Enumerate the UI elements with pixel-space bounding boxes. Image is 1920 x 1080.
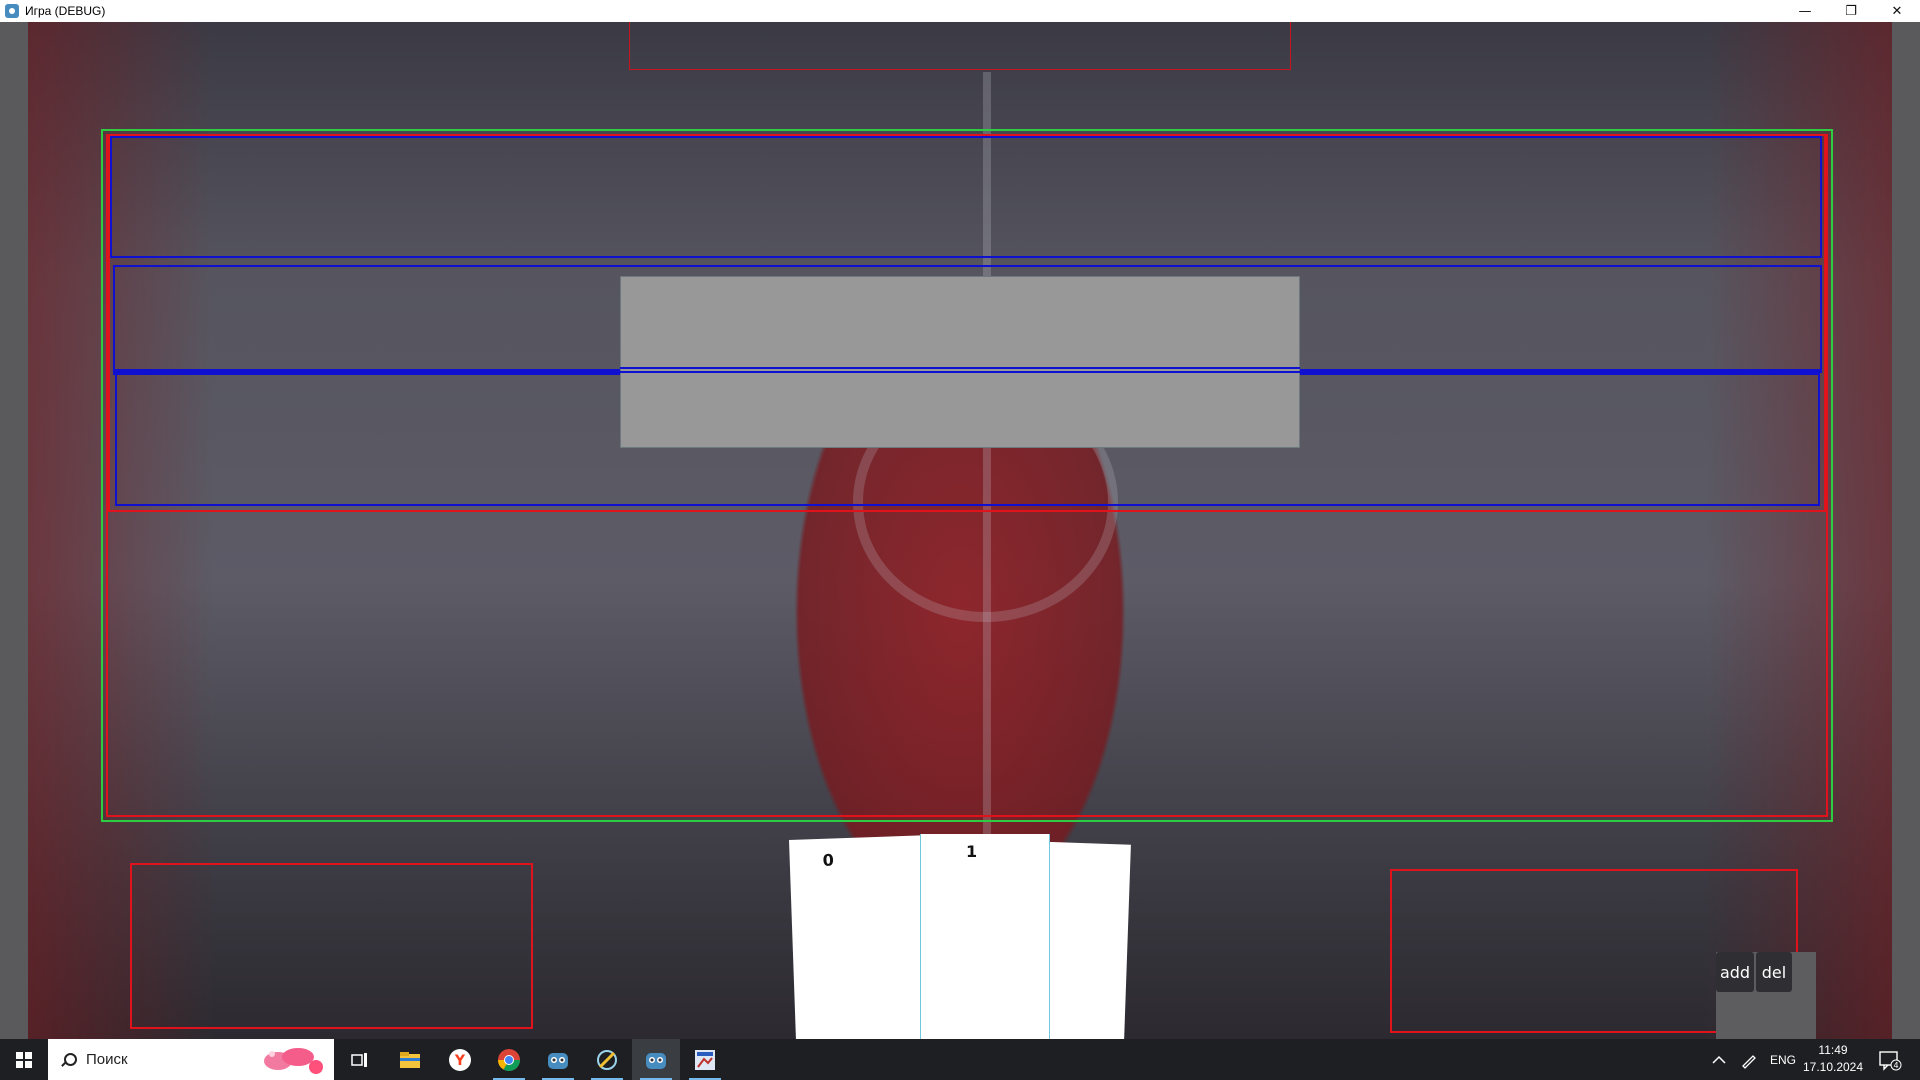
search-highlight-icon	[264, 1048, 323, 1074]
clock-date: 17.10.2024	[1802, 1060, 1864, 1074]
window-controls: — ❐ ✕	[1782, 0, 1920, 22]
game-viewport[interactable]: 0 1 add del	[0, 22, 1920, 1039]
yandex-browser-icon[interactable]: Y	[436, 1039, 484, 1080]
screen: Игра (DEBUG) — ❐ ✕ 0 1 add del Поиск Y E…	[0, 0, 1920, 1080]
file-explorer-icon[interactable]	[386, 1039, 434, 1080]
notification-count: 4	[1893, 1061, 1898, 1070]
letterbox-left	[0, 22, 28, 1039]
info-panel	[620, 276, 1300, 448]
letterbox-right	[1892, 22, 1920, 1039]
notifications-icon[interactable]: 4	[1878, 1039, 1902, 1080]
start-button[interactable]	[0, 1039, 48, 1080]
search-placeholder: Поиск	[86, 1051, 128, 1068]
window-title: Игра (DEBUG)	[25, 4, 106, 18]
language-indicator[interactable]: ENG	[1770, 1039, 1796, 1080]
svg-text:Y: Y	[454, 1053, 466, 1069]
minimize-icon[interactable]: —	[1782, 0, 1828, 22]
card-index: 0	[822, 850, 835, 870]
search-box[interactable]: Поиск	[48, 1039, 334, 1080]
top-debug-frame	[629, 22, 1291, 70]
clock[interactable]: 11:49 17.10.2024	[1798, 1042, 1868, 1076]
window-titlebar[interactable]: Игра (DEBUG) — ❐ ✕	[0, 0, 1920, 22]
taskbar: Поиск Y ENG 11:49 17.10.2024 4	[0, 1039, 1920, 1080]
restore-icon[interactable]: ❐	[1828, 0, 1874, 22]
godot-editor-icon[interactable]	[583, 1039, 631, 1080]
search-icon	[60, 1052, 77, 1068]
godot-game-icon[interactable]	[632, 1039, 680, 1080]
hand-card[interactable]: 1	[920, 834, 1050, 1039]
hand-card[interactable]: 0	[789, 835, 929, 1039]
chrome-icon[interactable]	[485, 1039, 533, 1080]
del-button[interactable]: del	[1756, 952, 1792, 992]
add-button[interactable]: add	[1716, 952, 1754, 992]
godot-app-icon	[5, 4, 19, 18]
godot-icon[interactable]	[534, 1039, 582, 1080]
card-index: 1	[966, 842, 978, 861]
windows-icon	[16, 1051, 32, 1068]
pen-icon[interactable]	[1740, 1039, 1758, 1080]
close-icon[interactable]: ✕	[1874, 0, 1920, 22]
tray-overflow-icon[interactable]	[1712, 1039, 1726, 1080]
clock-time: 11:49	[1818, 1043, 1848, 1057]
task-view-icon[interactable]	[336, 1039, 384, 1080]
debug-window-icon[interactable]	[681, 1039, 729, 1080]
